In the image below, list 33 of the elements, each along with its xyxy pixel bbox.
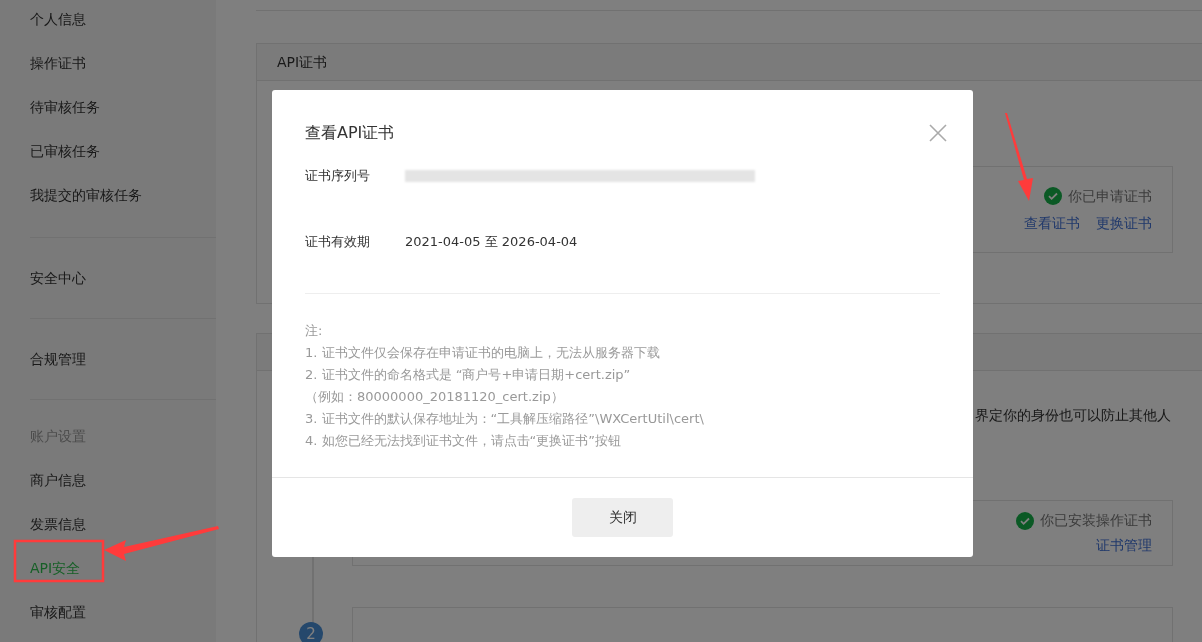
sidebar-item[interactable]: 合规管理 xyxy=(30,337,216,381)
description-text: 界定你的身份也可以防止其他人 xyxy=(975,407,1171,423)
note-line: 3. 证书文件的默认保存地址为：“工具解压缩路径”\WXCertUtil\cert\ xyxy=(305,410,705,428)
close-dialog-button[interactable]: 关闭 xyxy=(572,498,673,537)
check-circle-icon xyxy=(1044,187,1062,205)
close-button[interactable] xyxy=(927,122,949,144)
note-line: 2. 证书文件的命名格式是 “商户号+申请日期+cert.zip” xyxy=(305,366,632,384)
field-label: 证书有效期 xyxy=(305,233,371,252)
link[interactable]: 查看证书 xyxy=(1024,212,1080,234)
field-label: 证书序列号 xyxy=(305,167,371,186)
link[interactable]: 证书管理 xyxy=(1096,535,1152,556)
note-line: 1. 证书文件仅会保存在申请证书的电脑上，无法从服务器下载 xyxy=(305,344,661,362)
dialog-title: 查看API证书 xyxy=(305,122,395,144)
field-value: 2021-04-05 至 2026-04-04 xyxy=(405,233,578,252)
sidebar-item[interactable]: 操作证书 xyxy=(30,41,216,85)
link[interactable]: 更换证书 xyxy=(1096,212,1152,234)
sidebar-item[interactable]: 审核配置 xyxy=(30,590,216,634)
close-icon xyxy=(929,124,947,142)
sidebar-item[interactable]: 已审核任务 xyxy=(30,129,216,173)
sidebar-item[interactable]: 个人信息 xyxy=(30,0,216,41)
check-circle-icon xyxy=(1016,511,1034,530)
sidebar-item[interactable]: 我提交的审核任务 xyxy=(30,173,216,217)
card-title: API证书 xyxy=(277,52,328,72)
status-text: 你已安装操作证书 xyxy=(1040,511,1152,530)
note-line: 4. 如您已经无法找到证书文件，请点击“更换证书”按钮 xyxy=(305,432,622,450)
sidebar-item[interactable]: 安全中心 xyxy=(30,256,216,300)
step-number: 2 xyxy=(299,622,323,642)
sidebar-item[interactable]: 发票信息 xyxy=(30,502,216,546)
note-line: （例如：80000000_20181120_cert.zip） xyxy=(305,388,565,406)
notes-heading: 注: xyxy=(305,322,324,340)
status-text: 你已申请证书 xyxy=(1068,186,1152,206)
sidebar-item[interactable]: 商户信息 xyxy=(30,458,216,502)
sidebar-item[interactable]: 待审核任务 xyxy=(30,85,216,129)
